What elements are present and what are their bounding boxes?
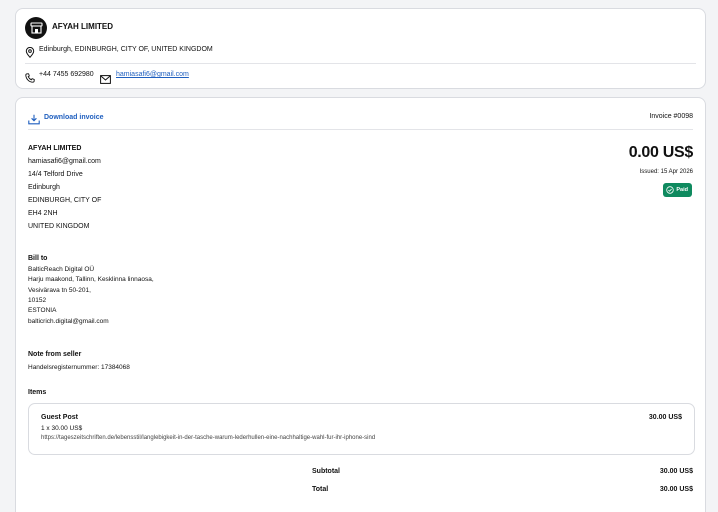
phone-number: +44 7455 692980: [39, 71, 94, 78]
mail-icon: [100, 71, 111, 84]
from-address-line: 14/4 Telford Drive: [28, 171, 83, 178]
status-badge: Paid: [663, 183, 692, 197]
invoice-card: Download invoice Invoice #0098 AFYAH LIM…: [15, 97, 706, 512]
store-logo-icon: [25, 17, 47, 39]
from-region: EDINBURGH, CITY OF: [28, 197, 102, 204]
item-url: https://tageszeitschriften.de/lebensstil…: [41, 435, 376, 441]
from-email: hamiasafi6@gmail.com: [28, 158, 101, 165]
seller-card: AFYAH LIMITED Edinburgh, EDINBURGH, CITY…: [15, 8, 706, 89]
items-title: Items: [28, 389, 47, 396]
download-invoice-link[interactable]: Download invoice: [44, 114, 104, 121]
email-link[interactable]: hamiasafi6@gmail.com: [116, 71, 189, 78]
from-city: Edinburgh: [28, 184, 60, 191]
item-name: Guest Post: [41, 414, 78, 421]
bill-to-email: balticrich.digital@gmail.com: [28, 318, 109, 325]
note-text: Handelsregisternummer: 17384068: [28, 364, 130, 371]
total-label: Total: [312, 486, 329, 493]
subtotal-label: Subtotal: [312, 468, 340, 475]
download-icon[interactable]: [28, 112, 40, 125]
phone-icon: [25, 70, 35, 83]
divider: [25, 63, 696, 64]
divider: [28, 129, 693, 130]
list-item: Guest Post 30.00 US$ 1 x 30.00 US$ https…: [28, 403, 695, 455]
item-price: 30.00 US$: [648, 414, 682, 421]
company-location: Edinburgh, EDINBURGH, CITY OF, UNITED KI…: [39, 46, 213, 53]
bill-to-title: Bill to: [28, 255, 48, 262]
location-pin-icon: [25, 45, 35, 59]
bill-to-postcode: 10152: [28, 297, 47, 304]
status-label: Paid: [676, 187, 688, 193]
bill-to-address-line: Harju maakond, Tallinn, Kesklinna linnao…: [28, 276, 154, 283]
invoice-number: Invoice #0098: [649, 113, 693, 120]
invoice-amount: 0.00 US$: [628, 144, 694, 161]
item-quantity: 1 x 30.00 US$: [41, 425, 83, 432]
bill-to-company: BalticReach Digital OÜ: [28, 266, 95, 273]
issued-date: Issued: 15 Apr 2026: [639, 169, 693, 175]
company-name: AFYAH LIMITED: [52, 22, 114, 31]
note-title: Note from seller: [28, 351, 82, 358]
from-postcode: EH4 2NH: [28, 210, 58, 217]
bill-to-country: ESTONIA: [28, 307, 57, 314]
check-circle-icon: [666, 186, 675, 194]
from-country: UNITED KINGDOM: [28, 223, 90, 230]
from-company-name: AFYAH LIMITED: [28, 145, 82, 152]
bill-to-street: Vesivärava tn 50-201,: [28, 287, 91, 294]
subtotal-value: 30.00 US$: [659, 468, 693, 475]
total-value: 30.00 US$: [659, 486, 693, 493]
